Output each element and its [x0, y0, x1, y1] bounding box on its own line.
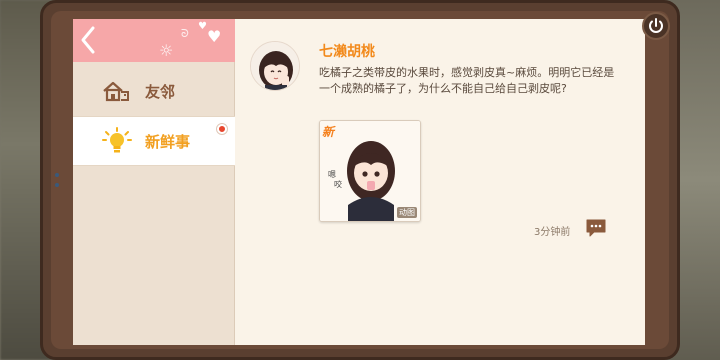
svg-text:咬: 咬 [334, 179, 342, 189]
comment-button[interactable] [585, 218, 607, 238]
lightbulb-icon [97, 127, 137, 155]
comment-bubble-icon [586, 219, 606, 237]
house-icon [97, 80, 137, 102]
tablet-screen: ♥ ♥ ᘐ ☼ 友邻 新鲜事 七濑胡桃 吃橘子之类带皮的水果时，感觉剥皮真~麻烦… [73, 19, 645, 345]
heart-icon: ♥ [207, 27, 222, 46]
post-username[interactable]: 七濑胡桃 [319, 41, 375, 61]
animated-badge: 动图 [397, 207, 417, 218]
svg-text:嗯: 嗯 [328, 170, 336, 179]
sidebar-item-label: 新鲜事 [145, 132, 191, 151]
post-image[interactable]: 嗯 咬 新 动图 [319, 120, 421, 222]
avatar[interactable] [250, 41, 300, 91]
back-button[interactable] [79, 25, 101, 55]
sidebar-item-news[interactable]: 新鲜事 [73, 116, 235, 166]
heart-icon: ♥ [198, 21, 207, 32]
power-button[interactable] [642, 12, 670, 40]
sun-icon: ☼ [159, 41, 174, 60]
sidebar-header: ♥ ♥ ᘐ ☼ [73, 19, 235, 62]
sidebar-item-neighbors[interactable]: 友邻 [73, 66, 235, 116]
post-timestamp: 3分钟前 [534, 227, 571, 238]
tablet-frame: ♥ ♥ ᘐ ☼ 友邻 新鲜事 七濑胡桃 吃橘子之类带皮的水果时，感觉剥皮真~麻烦… [40, 0, 680, 360]
sidebar: ♥ ♥ ᘐ ☼ 友邻 新鲜事 [73, 19, 235, 345]
swirl-icon: ᘐ [181, 27, 189, 40]
power-icon [649, 18, 663, 33]
tablet-side-dots [55, 173, 59, 193]
sidebar-item-label: 友邻 [145, 82, 176, 101]
new-tag: 新 [322, 125, 335, 139]
post-text: 吃橘子之类带皮的水果时，感觉剥皮真~麻烦。明明它已经是一个成熟的橘子了，为什么不… [319, 66, 615, 95]
back-arrow-icon [81, 26, 95, 54]
unread-badge [217, 124, 227, 134]
feed-content: 七濑胡桃 吃橘子之类带皮的水果时，感觉剥皮真~麻烦。明明它已经是一个成熟的橘子了… [236, 19, 645, 345]
